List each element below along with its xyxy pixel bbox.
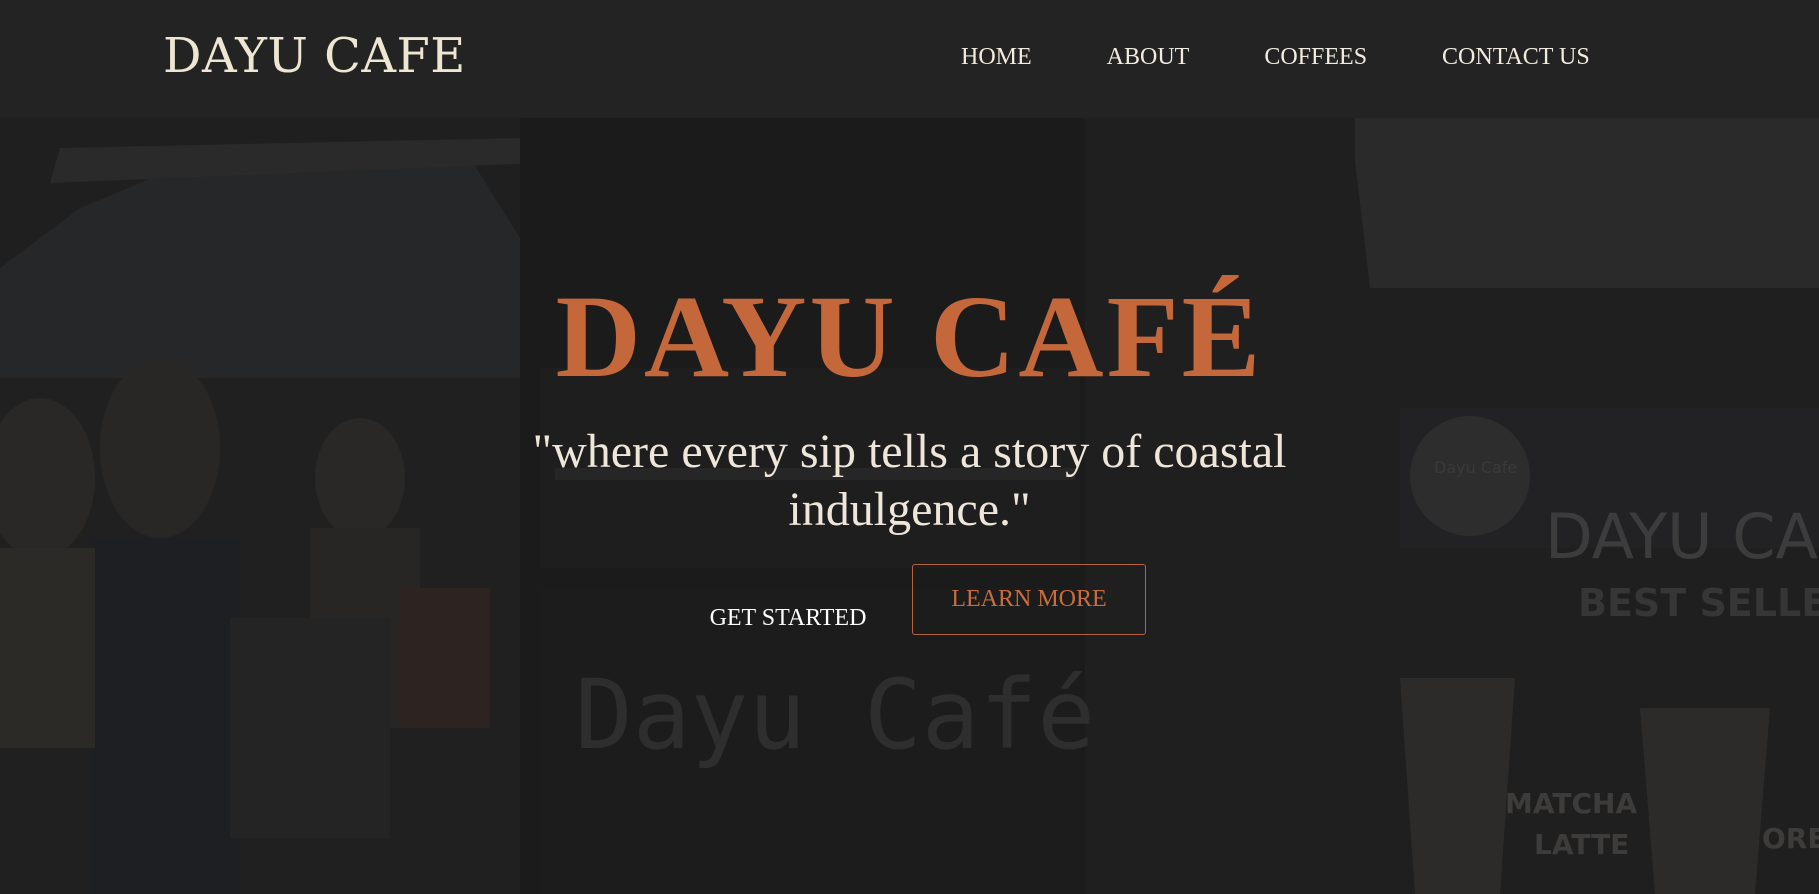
get-started-button[interactable]: GET STARTED bbox=[692, 583, 884, 653]
hero-section: Dayu Cafe DAYU CAF BEST SELLER MATCHA LA… bbox=[0, 118, 1819, 894]
nav-coffees-link[interactable]: COFFEES bbox=[1264, 44, 1367, 71]
hero-tagline: "where every sip tells a story of coasta… bbox=[532, 425, 1287, 536]
nav-contact-link[interactable]: CONTACT US bbox=[1442, 44, 1590, 71]
top-navbar: DAYU CAFE HOME ABOUT COFFEES CONTACT US bbox=[0, 0, 1819, 118]
brand-logo[interactable]: DAYU CAFE bbox=[163, 28, 466, 84]
nav-about-link[interactable]: ABOUT bbox=[1107, 44, 1190, 71]
nav-home-link[interactable]: HOME bbox=[961, 44, 1032, 71]
hero-content: DAYU CAFÉ "where every sip tells a story… bbox=[0, 118, 1819, 894]
hero-title: DAYU CAFÉ bbox=[555, 271, 1264, 402]
learn-more-button[interactable]: LEARN MORE bbox=[912, 564, 1146, 635]
main-nav: HOME ABOUT COFFEES CONTACT US bbox=[961, 44, 1590, 71]
